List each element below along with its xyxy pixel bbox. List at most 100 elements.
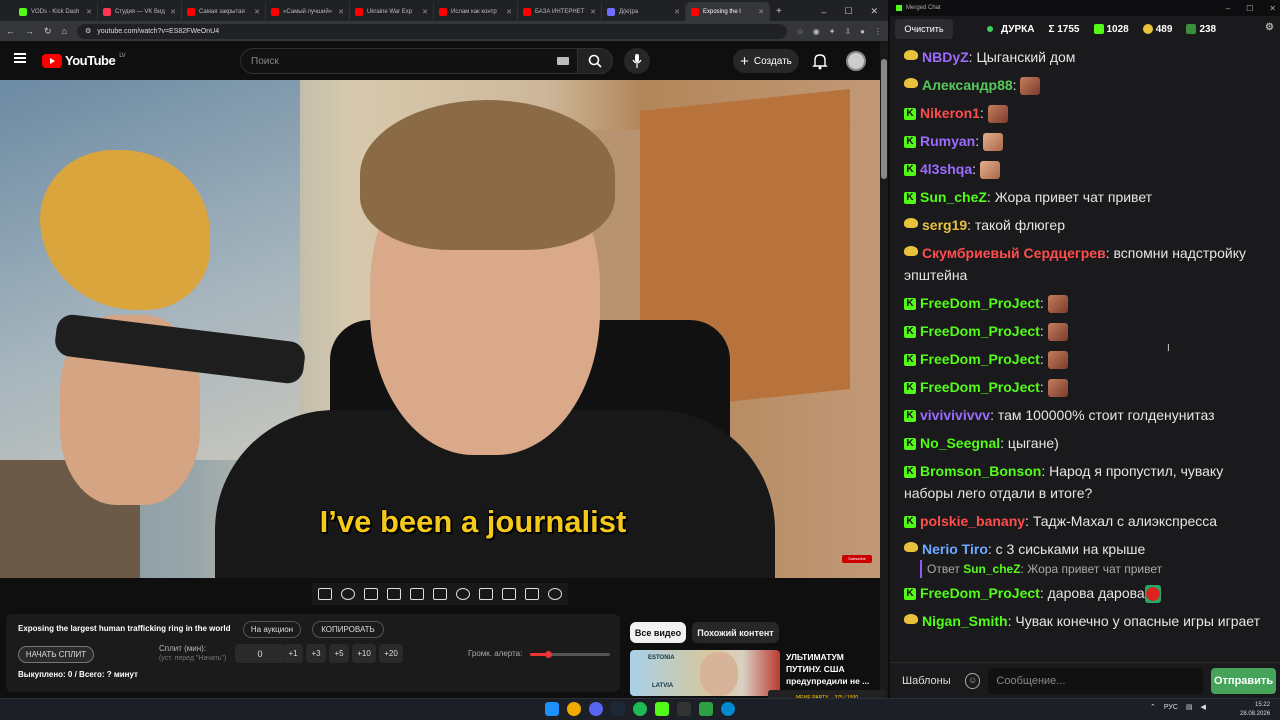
film-strip-icon[interactable] [433, 588, 447, 600]
minimize-icon[interactable]: – [821, 7, 826, 17]
youtube-logo[interactable]: YouTube LV [42, 53, 126, 68]
chat-username[interactable]: FreeDom_ProJect [920, 295, 1040, 311]
split-minutes-input[interactable]: 0 [235, 644, 285, 663]
menu-dots-icon[interactable]: ⋮ [874, 27, 882, 36]
discord-icon[interactable] [589, 702, 603, 716]
site-info-icon[interactable]: ⚙ [85, 27, 91, 35]
language-indicator[interactable]: РУС [1164, 704, 1178, 711]
kick-app-icon[interactable] [655, 702, 669, 716]
forward-icon[interactable]: → [25, 26, 34, 36]
chat-username[interactable]: Nikeron1 [920, 105, 980, 121]
chat-username[interactable]: No_Seegnal [920, 435, 1000, 451]
alert-volume-slider[interactable] [530, 651, 610, 658]
clear-chat-button[interactable]: Очистить [895, 19, 953, 39]
increment-button-3[interactable]: +3 [306, 644, 326, 663]
increment-button-5[interactable]: +5 [329, 644, 349, 663]
browser-tab[interactable]: Ислам как контр ✕ [434, 2, 518, 21]
emoji-picker-icon[interactable]: ☺ [964, 672, 981, 689]
hamburger-menu-icon[interactable] [14, 53, 26, 63]
chat-settings-icon[interactable]: ⚙ [1265, 22, 1274, 33]
gear-icon[interactable] [548, 588, 562, 600]
subscribe-watermark[interactable]: Subscribe [842, 555, 872, 563]
copy-button[interactable]: КОПИРОВАТЬ [312, 621, 384, 638]
extension-icon[interactable]: ◉ [813, 27, 820, 36]
spotify-icon[interactable] [633, 702, 647, 716]
start-split-button[interactable]: НАЧАТЬ СПЛИТ [18, 646, 94, 663]
notifications-bell-icon[interactable] [811, 52, 829, 70]
search-button[interactable] [577, 48, 613, 74]
increment-button-10[interactable]: +10 [352, 644, 376, 663]
browser-tab[interactable]: Д(ю)ра ✕ [602, 2, 686, 21]
recommended-video-title[interactable]: УЛЬТИМАТУМ ПУТИНУ. США предупредили не .… [786, 651, 880, 687]
network-icon[interactable]: ▤ [1186, 703, 1193, 711]
bookmark-star-icon[interactable]: ☆ [797, 27, 804, 36]
chat-username[interactable]: Sun_cheZ [920, 189, 987, 205]
chat-username[interactable]: Nigan_Smith [922, 613, 1008, 629]
tab-close-icon[interactable]: ✕ [254, 8, 260, 16]
maximize-icon[interactable]: ☐ [844, 6, 852, 17]
recommended-video-thumbnail[interactable]: ESTONIA LATVIA [630, 650, 780, 696]
chat-username[interactable]: polskie_banany [920, 513, 1025, 529]
playlist-icon[interactable] [364, 588, 378, 600]
loop-icon[interactable] [318, 588, 332, 600]
download-icon[interactable]: ⇩ [844, 27, 851, 36]
back-icon[interactable]: ← [6, 26, 15, 36]
speedometer-icon[interactable] [456, 588, 470, 600]
tab-close-icon[interactable]: ✕ [86, 8, 92, 16]
chat-messages[interactable]: NBDyZ: Цыганский дом Александр88: K Nikero… [890, 42, 1280, 662]
increment-button-1[interactable]: +1 [283, 644, 303, 663]
clapper-icon[interactable] [387, 588, 401, 600]
taskbar-clock[interactable]: 15:22 28.08.2026 [1240, 701, 1270, 719]
steam-icon[interactable] [611, 702, 625, 716]
chat-username[interactable]: NBDyZ [922, 49, 969, 65]
send-button[interactable]: Отправить [1211, 667, 1276, 694]
reload-icon[interactable]: ↻ [44, 26, 52, 37]
browser-tab[interactable]: VODs - Kick Dash ✕ [14, 2, 98, 21]
picture-in-picture-icon[interactable] [410, 588, 424, 600]
video-player[interactable]: I’ve been a journalist Subscribe [0, 80, 880, 578]
chat-username[interactable]: FreeDom_ProJect [920, 379, 1040, 395]
chip-related[interactable]: Похожий контент [692, 622, 779, 643]
chat-username[interactable]: vivivivivvv [920, 407, 990, 423]
browser-tab[interactable]: Самая закрытая ✕ [182, 2, 266, 21]
page-scrollbar[interactable] [880, 41, 888, 698]
chrome-icon[interactable] [567, 702, 581, 716]
flask-icon[interactable] [525, 588, 539, 600]
templates-button[interactable]: Шаблоны [896, 675, 957, 687]
browser-tab[interactable]: «Самый лучший» ✕ [266, 2, 350, 21]
tray-chevron-icon[interactable]: ⌃ [1150, 703, 1156, 711]
tab-close-icon[interactable]: ✕ [758, 8, 764, 16]
voice-search-button[interactable] [624, 48, 650, 74]
address-bar[interactable]: ⚙ youtube.com/watch?v=ES82FWeOnU4 [76, 23, 787, 39]
increment-button-20[interactable]: +20 [379, 644, 403, 663]
alert-volume-knob[interactable] [544, 651, 552, 658]
tab-close-icon[interactable]: ✕ [590, 8, 596, 16]
volume-icon[interactable]: ◀ [1201, 703, 1206, 711]
tab-close-icon[interactable]: ✕ [422, 8, 428, 16]
browser-tab[interactable]: Exposing the l ✕ [686, 2, 770, 21]
chat-username[interactable]: serg19 [922, 217, 967, 233]
browser-tab[interactable]: Студия — VK Вид ✕ [98, 2, 182, 21]
chat-username[interactable]: Александр88 [922, 77, 1013, 93]
account-avatar[interactable] [846, 51, 866, 71]
camera-icon[interactable] [502, 588, 516, 600]
auction-button[interactable]: На аукцион [243, 621, 301, 638]
chat-username[interactable]: FreeDom_ProJect [920, 351, 1040, 367]
keyboard-icon[interactable] [557, 57, 569, 65]
scrollbar-thumb[interactable] [881, 59, 887, 179]
chat-app-taskbar-icon[interactable] [699, 702, 713, 716]
maximize-icon[interactable]: ☐ [1246, 4, 1253, 13]
browser-tab[interactable]: Ukraine War Exp ✕ [350, 2, 434, 21]
home-icon[interactable]: ⌂ [62, 26, 67, 36]
create-button[interactable]: + Создать [733, 49, 799, 73]
puzzle-icon[interactable]: ✦ [829, 27, 836, 36]
tab-close-icon[interactable]: ✕ [674, 8, 680, 16]
chat-username[interactable]: Bromson_Bonson [920, 463, 1041, 479]
chat-username[interactable]: FreeDom_ProJect [920, 585, 1040, 601]
tab-close-icon[interactable]: ✕ [338, 8, 344, 16]
close-icon[interactable]: ✕ [870, 6, 878, 17]
close-icon[interactable]: ✕ [1269, 4, 1276, 13]
message-input[interactable]: Сообщение... [988, 667, 1204, 694]
add-clip-icon[interactable] [479, 588, 493, 600]
chat-username[interactable]: 4l3shqa [920, 161, 972, 177]
